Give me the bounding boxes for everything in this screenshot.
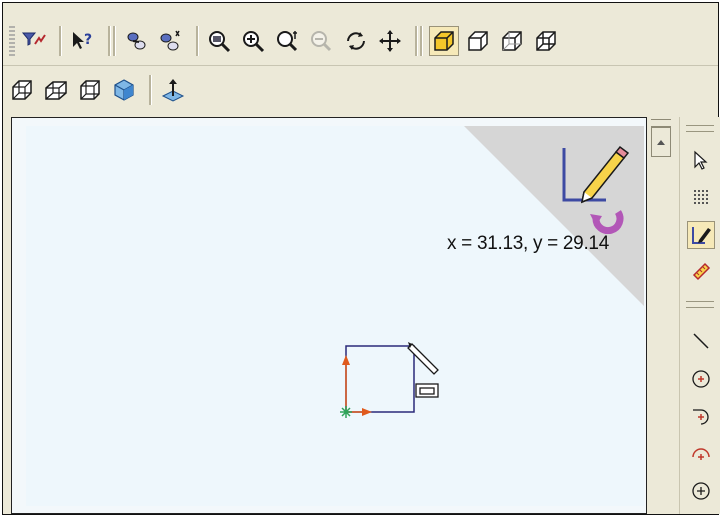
- hidden-lines-gray-icon[interactable]: [497, 26, 527, 56]
- smart-dimension-icon[interactable]: [687, 257, 715, 285]
- point-circle-icon[interactable]: [687, 477, 715, 505]
- toolbar-grip[interactable]: [9, 26, 15, 56]
- sketch-canvas[interactable]: [26, 126, 644, 506]
- application-window: ? x = 31.13, y = 29.14: [2, 2, 720, 515]
- zoom-to-selection-icon[interactable]: [307, 26, 337, 56]
- whats-this-help-icon[interactable]: ?: [68, 26, 98, 56]
- zoom-in-out-icon[interactable]: [239, 26, 269, 56]
- scroll-up-button[interactable]: [651, 127, 671, 157]
- circle-icon[interactable]: [687, 365, 715, 393]
- toolbar-separator: [196, 26, 199, 56]
- grid-icon[interactable]: [687, 183, 715, 211]
- hidden-lines-removed-icon[interactable]: [531, 26, 561, 56]
- filter-icon[interactable]: [19, 26, 49, 56]
- trimetric-view-icon[interactable]: [41, 75, 71, 105]
- shaded-view-icon[interactable]: [429, 26, 459, 56]
- svg-text:?: ?: [84, 32, 92, 48]
- graphics-area[interactable]: [11, 117, 647, 514]
- sketch-toolbar: [679, 117, 720, 514]
- shaded-cube-icon[interactable]: [109, 75, 139, 105]
- select-arrow-icon[interactable]: [687, 147, 715, 175]
- zoom-to-area-icon[interactable]: [273, 26, 303, 56]
- toolbar-separator: [149, 75, 152, 105]
- isometric-view-icon[interactable]: [7, 75, 37, 105]
- zoom-to-fit-icon[interactable]: [205, 26, 235, 56]
- sketch-geometry[interactable]: [326, 331, 466, 426]
- pencil-cursor-icon: [407, 343, 439, 375]
- vertical-scrollbar[interactable]: [647, 117, 677, 514]
- cursor-coordinates: x = 31.13, y = 29.14: [447, 233, 609, 254]
- dimetric-view-icon[interactable]: [75, 75, 105, 105]
- toolbar-separator: [59, 26, 62, 56]
- select-icon[interactable]: [122, 26, 152, 56]
- rotate-view-icon[interactable]: [341, 26, 371, 56]
- normal-to-icon[interactable]: [158, 75, 188, 105]
- select-other-icon[interactable]: [156, 26, 186, 56]
- toolbar-separator: [108, 26, 116, 56]
- sketch-icon[interactable]: [687, 221, 715, 249]
- origin-icon: [340, 406, 352, 418]
- toolbar-grip[interactable]: [686, 125, 714, 132]
- line-icon[interactable]: [687, 327, 715, 355]
- sketch-exit-icon[interactable]: [546, 134, 636, 234]
- toolbar-grip[interactable]: [686, 301, 714, 308]
- centerpoint-arc-icon[interactable]: [687, 441, 715, 469]
- standard-views-toolbar: [3, 67, 718, 113]
- wireframe-view-icon[interactable]: [463, 26, 493, 56]
- scrollbar-grip[interactable]: [651, 119, 671, 127]
- toolbar-separator: [415, 26, 423, 56]
- pan-icon[interactable]: [375, 26, 405, 56]
- tangent-arc-icon[interactable]: [687, 403, 715, 431]
- view-toolbar: ?: [3, 17, 718, 66]
- sketch-rectangle: [345, 345, 415, 413]
